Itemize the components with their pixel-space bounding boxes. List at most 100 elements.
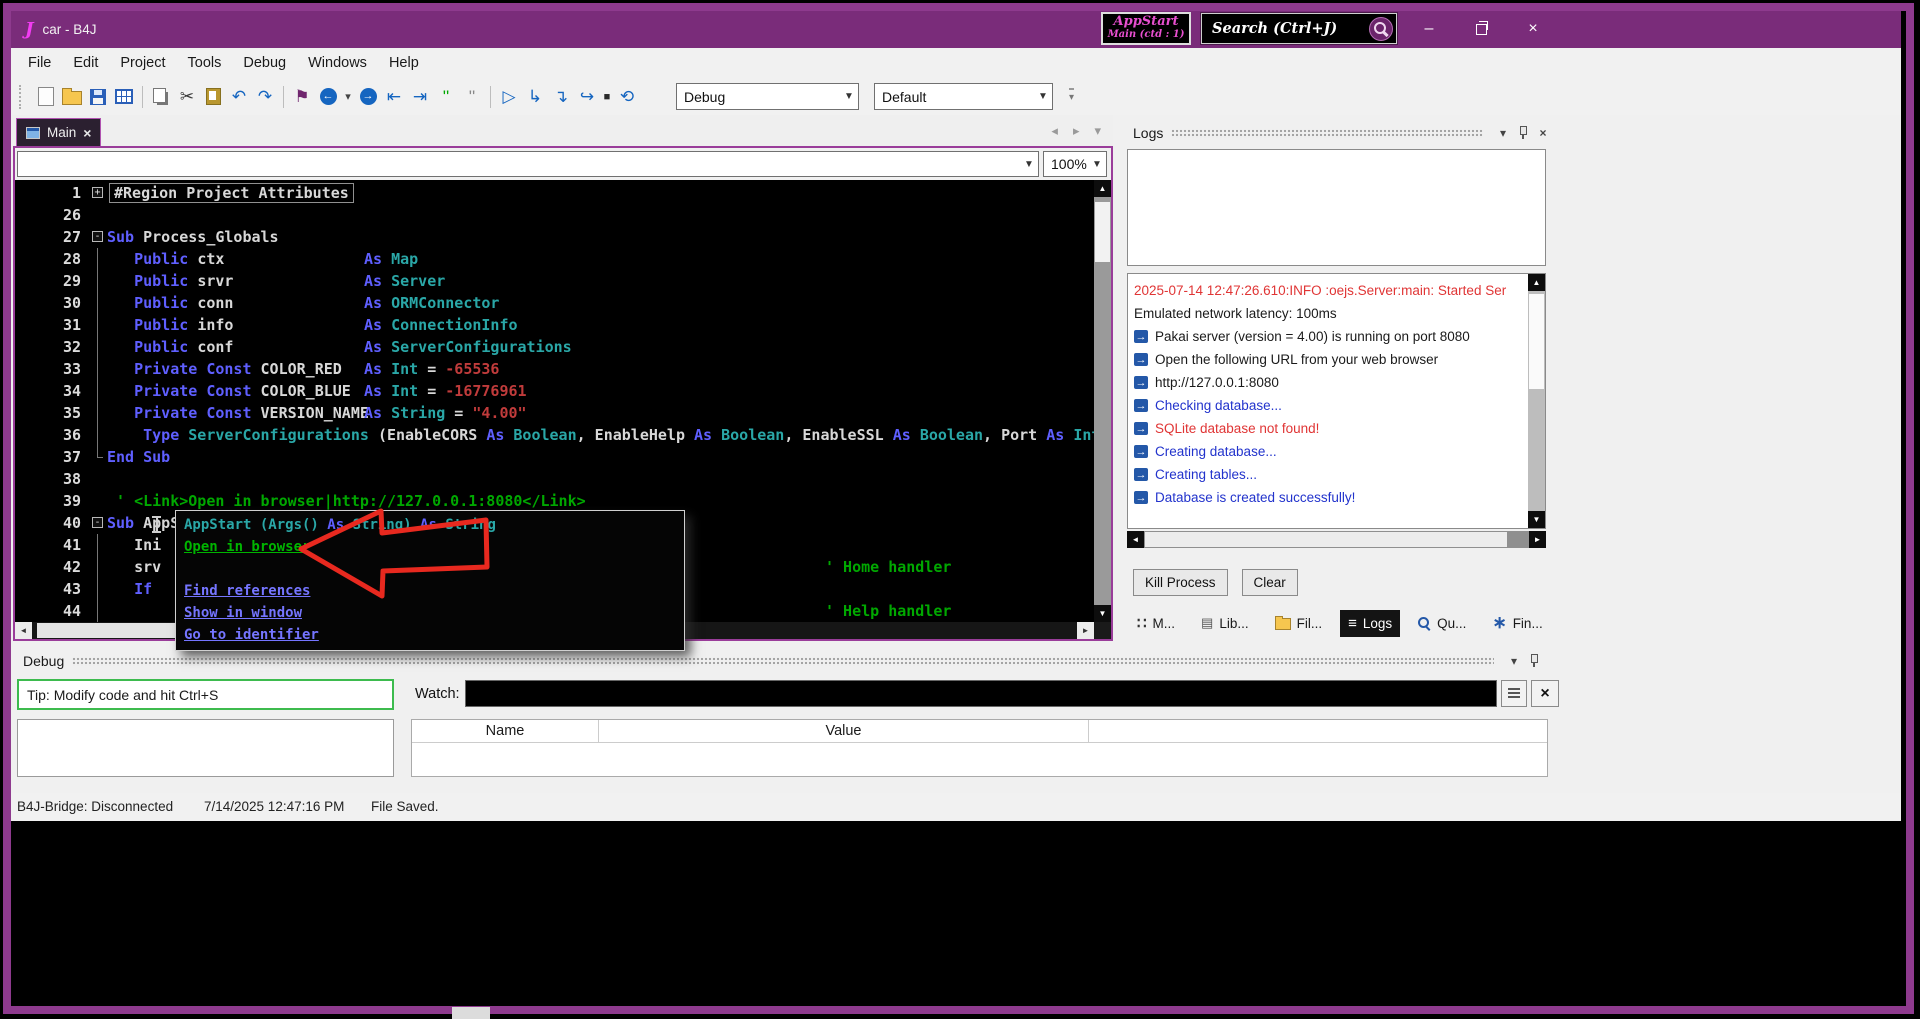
code-line-30: 30 Public connAs ORMConnector: [15, 292, 1094, 314]
chevron-down-icon[interactable]: [1020, 159, 1038, 170]
tab-close-icon[interactable]: ×: [83, 125, 91, 141]
chevron-down-icon[interactable]: [1506, 653, 1522, 669]
maximize-button[interactable]: [1455, 11, 1507, 46]
tab-scroll-right-icon[interactable]: [1073, 123, 1080, 139]
scroll-right-icon[interactable]: [1077, 622, 1094, 639]
paste-icon[interactable]: [200, 83, 226, 110]
show-in-window-link[interactable]: Show in window: [184, 605, 302, 621]
editor-vscroll-thumb[interactable]: [1095, 202, 1110, 262]
chevron-down-icon[interactable]: [1034, 91, 1052, 102]
tab-files[interactable]: Fil...: [1267, 611, 1331, 636]
menu-file[interactable]: File: [17, 55, 62, 71]
close-icon[interactable]: [1535, 125, 1551, 141]
log-list[interactable]: 2025-07-14 12:47:26.610:INFO :oejs.Serve…: [1127, 273, 1546, 529]
fold-gutter: +: [89, 182, 107, 204]
step-over-icon[interactable]: ↴: [548, 83, 574, 110]
indent-icon[interactable]: ⇥: [407, 83, 433, 110]
tab-main[interactable]: Main ×: [16, 118, 101, 146]
menu-windows[interactable]: Windows: [297, 55, 378, 71]
watch-expression-input[interactable]: [465, 680, 1497, 707]
debug-panel: Debug Tip: Modify code and hit Ctrl+S Wa…: [15, 649, 1548, 793]
redo-icon[interactable]: ↷: [252, 83, 278, 110]
menu-edit[interactable]: Edit: [62, 55, 109, 71]
scroll-left-icon[interactable]: [15, 622, 32, 639]
outdent-icon[interactable]: ⇤: [381, 83, 407, 110]
code-text: Sub Process_Globals: [107, 226, 1094, 248]
menu-project[interactable]: Project: [109, 55, 176, 71]
cut-icon[interactable]: ✂: [174, 83, 200, 110]
fold-collapse-icon[interactable]: -: [92, 231, 103, 242]
back-icon[interactable]: ←: [315, 83, 341, 110]
new-file-icon[interactable]: [33, 83, 59, 110]
open-in-browser-link[interactable]: Open in browser: [184, 539, 310, 555]
step-out-icon[interactable]: ↪: [574, 83, 600, 110]
find-references-link[interactable]: Find references: [184, 583, 310, 599]
code-line-31: 31 Public infoAs ConnectionInfo: [15, 314, 1094, 336]
logs-hscroll-thumb[interactable]: [1145, 532, 1507, 547]
pin-icon[interactable]: [1515, 125, 1531, 141]
watch-column-name[interactable]: Name: [412, 720, 599, 742]
forward-icon[interactable]: →: [355, 83, 381, 110]
open-file-icon[interactable]: [59, 83, 85, 110]
logs-vertical-scrollbar[interactable]: [1528, 274, 1545, 528]
fold-gutter: [89, 270, 107, 292]
scroll-up-icon[interactable]: [1094, 180, 1111, 197]
copy-icon[interactable]: [148, 83, 174, 110]
undo-icon[interactable]: ↶: [226, 83, 252, 110]
logs-vscroll-thumb[interactable]: [1529, 294, 1544, 389]
chevron-down-icon[interactable]: [840, 91, 858, 102]
clear-logs-button[interactable]: Clear: [1242, 569, 1298, 596]
run-mode-combo[interactable]: Default: [874, 83, 1053, 110]
fold-collapse-icon[interactable]: -: [92, 517, 103, 528]
editor-zoom-combo[interactable]: 100%: [1043, 151, 1107, 177]
pin-icon[interactable]: [1526, 653, 1542, 669]
search-icon[interactable]: [1369, 17, 1393, 41]
tab-find-references[interactable]: Fin...: [1484, 608, 1550, 638]
tab-logs[interactable]: Logs: [1340, 610, 1400, 637]
tab-libraries[interactable]: Lib...: [1193, 610, 1257, 636]
logs-horizontal-scrollbar[interactable]: [1127, 531, 1546, 548]
nav-history-dropdown-icon[interactable]: ▾: [341, 83, 355, 110]
comment-icon[interactable]: '': [433, 83, 459, 110]
search-box[interactable]: Search (Ctrl+J): [1201, 13, 1397, 44]
scroll-left-icon[interactable]: [1127, 531, 1144, 548]
stop-icon[interactable]: ■: [600, 83, 614, 110]
scrollbar-corner: [1094, 622, 1111, 639]
quick-nav-box[interactable]: AppStart Main (ctd : 1): [1101, 12, 1191, 45]
editor-vertical-scrollbar[interactable]: [1094, 180, 1111, 622]
watch-column-value[interactable]: Value: [599, 720, 1089, 742]
go-to-identifier-link[interactable]: Go to identifier: [184, 627, 319, 643]
uncomment-icon[interactable]: '': [459, 83, 485, 110]
tab-quick-search[interactable]: Qu...: [1410, 611, 1474, 636]
run-icon[interactable]: ▷: [496, 83, 522, 110]
logs-filter-box[interactable]: [1127, 149, 1546, 266]
tab-modules[interactable]: M...: [1129, 609, 1183, 637]
fold-gutter: [89, 248, 107, 270]
menu-debug[interactable]: Debug: [232, 55, 297, 71]
find-icon[interactable]: [111, 83, 137, 110]
scroll-right-icon[interactable]: [1529, 531, 1546, 548]
build-configuration-combo[interactable]: Debug: [676, 83, 859, 110]
code-line-35: 35 Private Const VERSION_NAMEAs String =…: [15, 402, 1094, 424]
menu-help[interactable]: Help: [378, 55, 430, 71]
tab-list-dropdown-icon[interactable]: [1094, 123, 1101, 139]
watch-report-button[interactable]: [1501, 680, 1527, 707]
scroll-down-icon[interactable]: [1528, 511, 1545, 528]
close-button[interactable]: ×: [1507, 11, 1559, 46]
fold-expand-icon[interactable]: +: [92, 187, 103, 198]
member-navigation-combo[interactable]: [17, 151, 1039, 177]
bookmark-icon[interactable]: ⚑: [289, 83, 315, 110]
chevron-down-icon[interactable]: [1495, 125, 1511, 141]
menu-tools[interactable]: Tools: [177, 55, 233, 71]
tab-scroll-left-icon[interactable]: [1051, 123, 1058, 139]
clear-watch-button[interactable]: [1531, 680, 1559, 707]
toolbar-overflow-icon[interactable]: [1069, 88, 1074, 105]
kill-process-button[interactable]: Kill Process: [1133, 569, 1228, 596]
step-into-icon[interactable]: ↳: [522, 83, 548, 110]
chevron-down-icon[interactable]: [1088, 159, 1106, 170]
rebuild-icon[interactable]: ⟲: [614, 83, 640, 110]
minimize-button[interactable]: –: [1403, 11, 1455, 46]
scroll-up-icon[interactable]: [1528, 274, 1545, 291]
save-icon[interactable]: [85, 83, 111, 110]
scroll-down-icon[interactable]: [1094, 605, 1111, 622]
